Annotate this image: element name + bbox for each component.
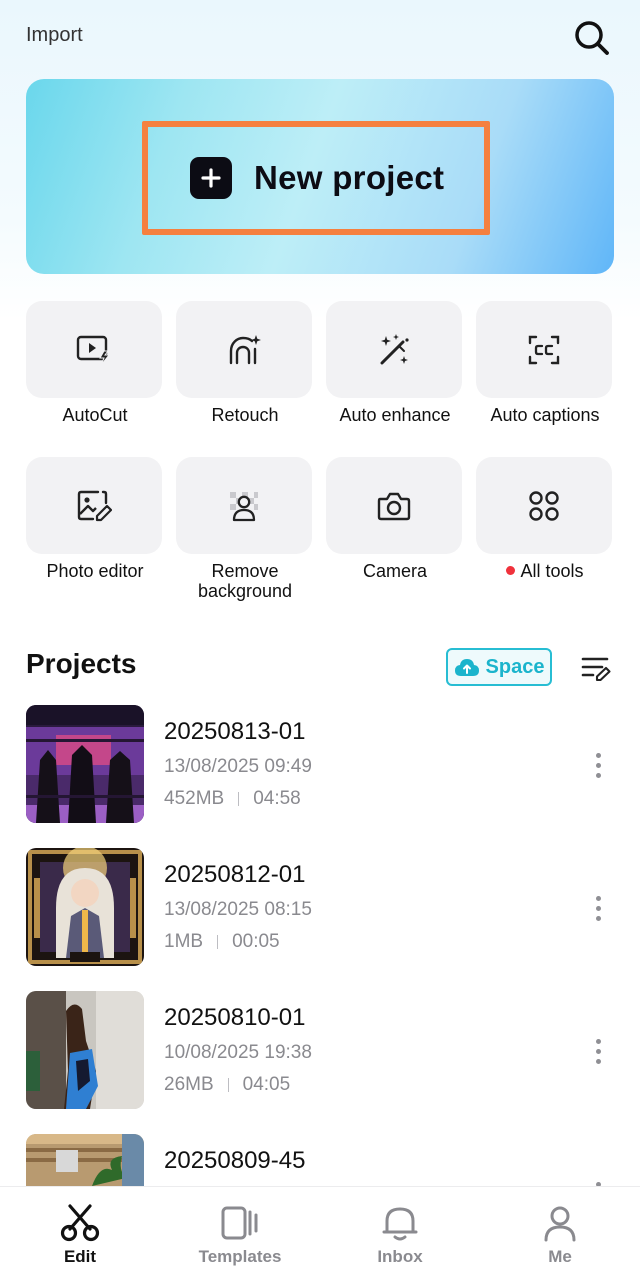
tab-templates[interactable]: Templates [160, 1187, 320, 1276]
new-project-label: New project [254, 159, 445, 196]
tool-tile[interactable] [326, 301, 462, 398]
more-options-icon[interactable] [588, 745, 608, 785]
tab-label: Templates [198, 1247, 282, 1266]
tool-tile[interactable] [26, 301, 162, 398]
projects-title: Projects [26, 648, 137, 679]
more-options-icon[interactable] [588, 1031, 608, 1071]
project-meta: 26MB 04:05 [164, 1074, 290, 1096]
project-meta: 452MB 04:58 [164, 788, 301, 810]
camera-icon [377, 492, 411, 520]
scissors-icon [60, 1204, 100, 1242]
plus-icon [190, 157, 232, 199]
bottom-tab-bar: Edit Templates Inbox Me [0, 1186, 640, 1276]
more-options-icon[interactable] [588, 888, 608, 928]
search-button[interactable] [570, 16, 614, 60]
project-name: 20250809-45 [164, 1147, 306, 1174]
tool-auto-captions[interactable]: Auto captions [476, 301, 614, 425]
project-item[interactable]: 20250813-01 13/08/2025 09:49 452MB 04:58 [26, 705, 614, 823]
tool-auto-enhance[interactable]: Auto enhance [326, 301, 464, 425]
project-item[interactable]: 20250812-01 13/08/2025 08:15 1MB 00:05 [26, 848, 614, 966]
tab-inbox[interactable]: Inbox [320, 1187, 480, 1276]
tool-tile[interactable] [176, 301, 312, 398]
project-size: 1MB [164, 931, 204, 952]
tab-label: Edit [63, 1247, 97, 1266]
cloud-upload-icon [454, 659, 479, 676]
tab-label: Me [548, 1247, 572, 1266]
tool-label: Auto enhance [339, 405, 451, 425]
divider [227, 1078, 229, 1092]
tool-label: All tools [520, 561, 584, 581]
tool-tile[interactable] [476, 457, 612, 554]
project-duration: 04:58 [253, 788, 301, 809]
space-button[interactable]: Space [446, 648, 552, 686]
captions-icon [528, 335, 560, 364]
project-thumbnail[interactable] [26, 991, 144, 1109]
project-size: 452MB [164, 788, 225, 809]
tool-label-all-tools: All tools [476, 561, 614, 581]
tool-camera[interactable]: Camera [326, 457, 464, 581]
retouch-icon [229, 334, 261, 364]
magic-wand-icon [380, 333, 409, 364]
tool-remove-background[interactable]: Remove background [176, 457, 314, 601]
import-link[interactable]: Import [26, 24, 83, 47]
tab-me[interactable]: Me [480, 1187, 640, 1276]
project-size: 26MB [164, 1074, 214, 1095]
project-meta: 1MB 00:05 [164, 931, 280, 953]
person-icon [544, 1206, 576, 1242]
project-duration: 00:05 [232, 931, 280, 952]
remove-background-icon [230, 491, 258, 521]
tool-retouch[interactable]: Retouch [176, 301, 314, 425]
tool-label: Auto captions [490, 405, 600, 425]
tool-tile[interactable] [476, 301, 612, 398]
divider [238, 792, 240, 806]
project-duration: 04:05 [242, 1074, 291, 1095]
tool-photo-editor[interactable]: Photo editor [26, 457, 164, 581]
tool-label: Retouch [211, 405, 279, 425]
manage-projects-button[interactable] [576, 648, 616, 688]
space-label: Space [485, 655, 545, 678]
tool-label: Photo editor [46, 561, 144, 581]
tool-label: Camera [362, 561, 428, 581]
project-name: 20250813-01 [164, 718, 306, 745]
tab-edit[interactable]: Edit [0, 1187, 160, 1276]
tool-all-tools[interactable]: All tools [476, 457, 614, 581]
notification-dot [506, 566, 516, 575]
tool-autocut[interactable]: AutoCut [26, 301, 164, 425]
photo-edit-icon [77, 490, 112, 521]
autocut-icon [76, 335, 111, 365]
project-thumbnail[interactable] [26, 848, 144, 966]
list-edit-icon [581, 657, 611, 682]
project-thumbnail[interactable] [26, 705, 144, 823]
tab-label: Inbox [377, 1247, 423, 1266]
project-date: 13/08/2025 08:15 [164, 899, 312, 920]
new-project-button[interactable]: New project [190, 148, 444, 208]
project-item[interactable]: 20250810-01 10/08/2025 19:38 26MB 04:05 [26, 991, 614, 1109]
project-date: 13/08/2025 09:49 [164, 756, 312, 777]
top-bar: Import [0, 0, 640, 70]
divider [217, 935, 219, 949]
search-icon [575, 21, 609, 55]
tool-label: Remove background [197, 561, 293, 601]
tool-tile[interactable] [176, 457, 312, 554]
grid-dots-icon [529, 490, 559, 521]
project-date: 10/08/2025 19:38 [164, 1042, 312, 1063]
bell-icon [382, 1207, 418, 1241]
project-name: 20250810-01 [164, 1004, 306, 1031]
tool-tile[interactable] [326, 457, 462, 554]
tool-tile[interactable] [26, 457, 162, 554]
project-name: 20250812-01 [164, 861, 306, 888]
tool-label: AutoCut [62, 405, 128, 425]
templates-icon [221, 1206, 258, 1240]
